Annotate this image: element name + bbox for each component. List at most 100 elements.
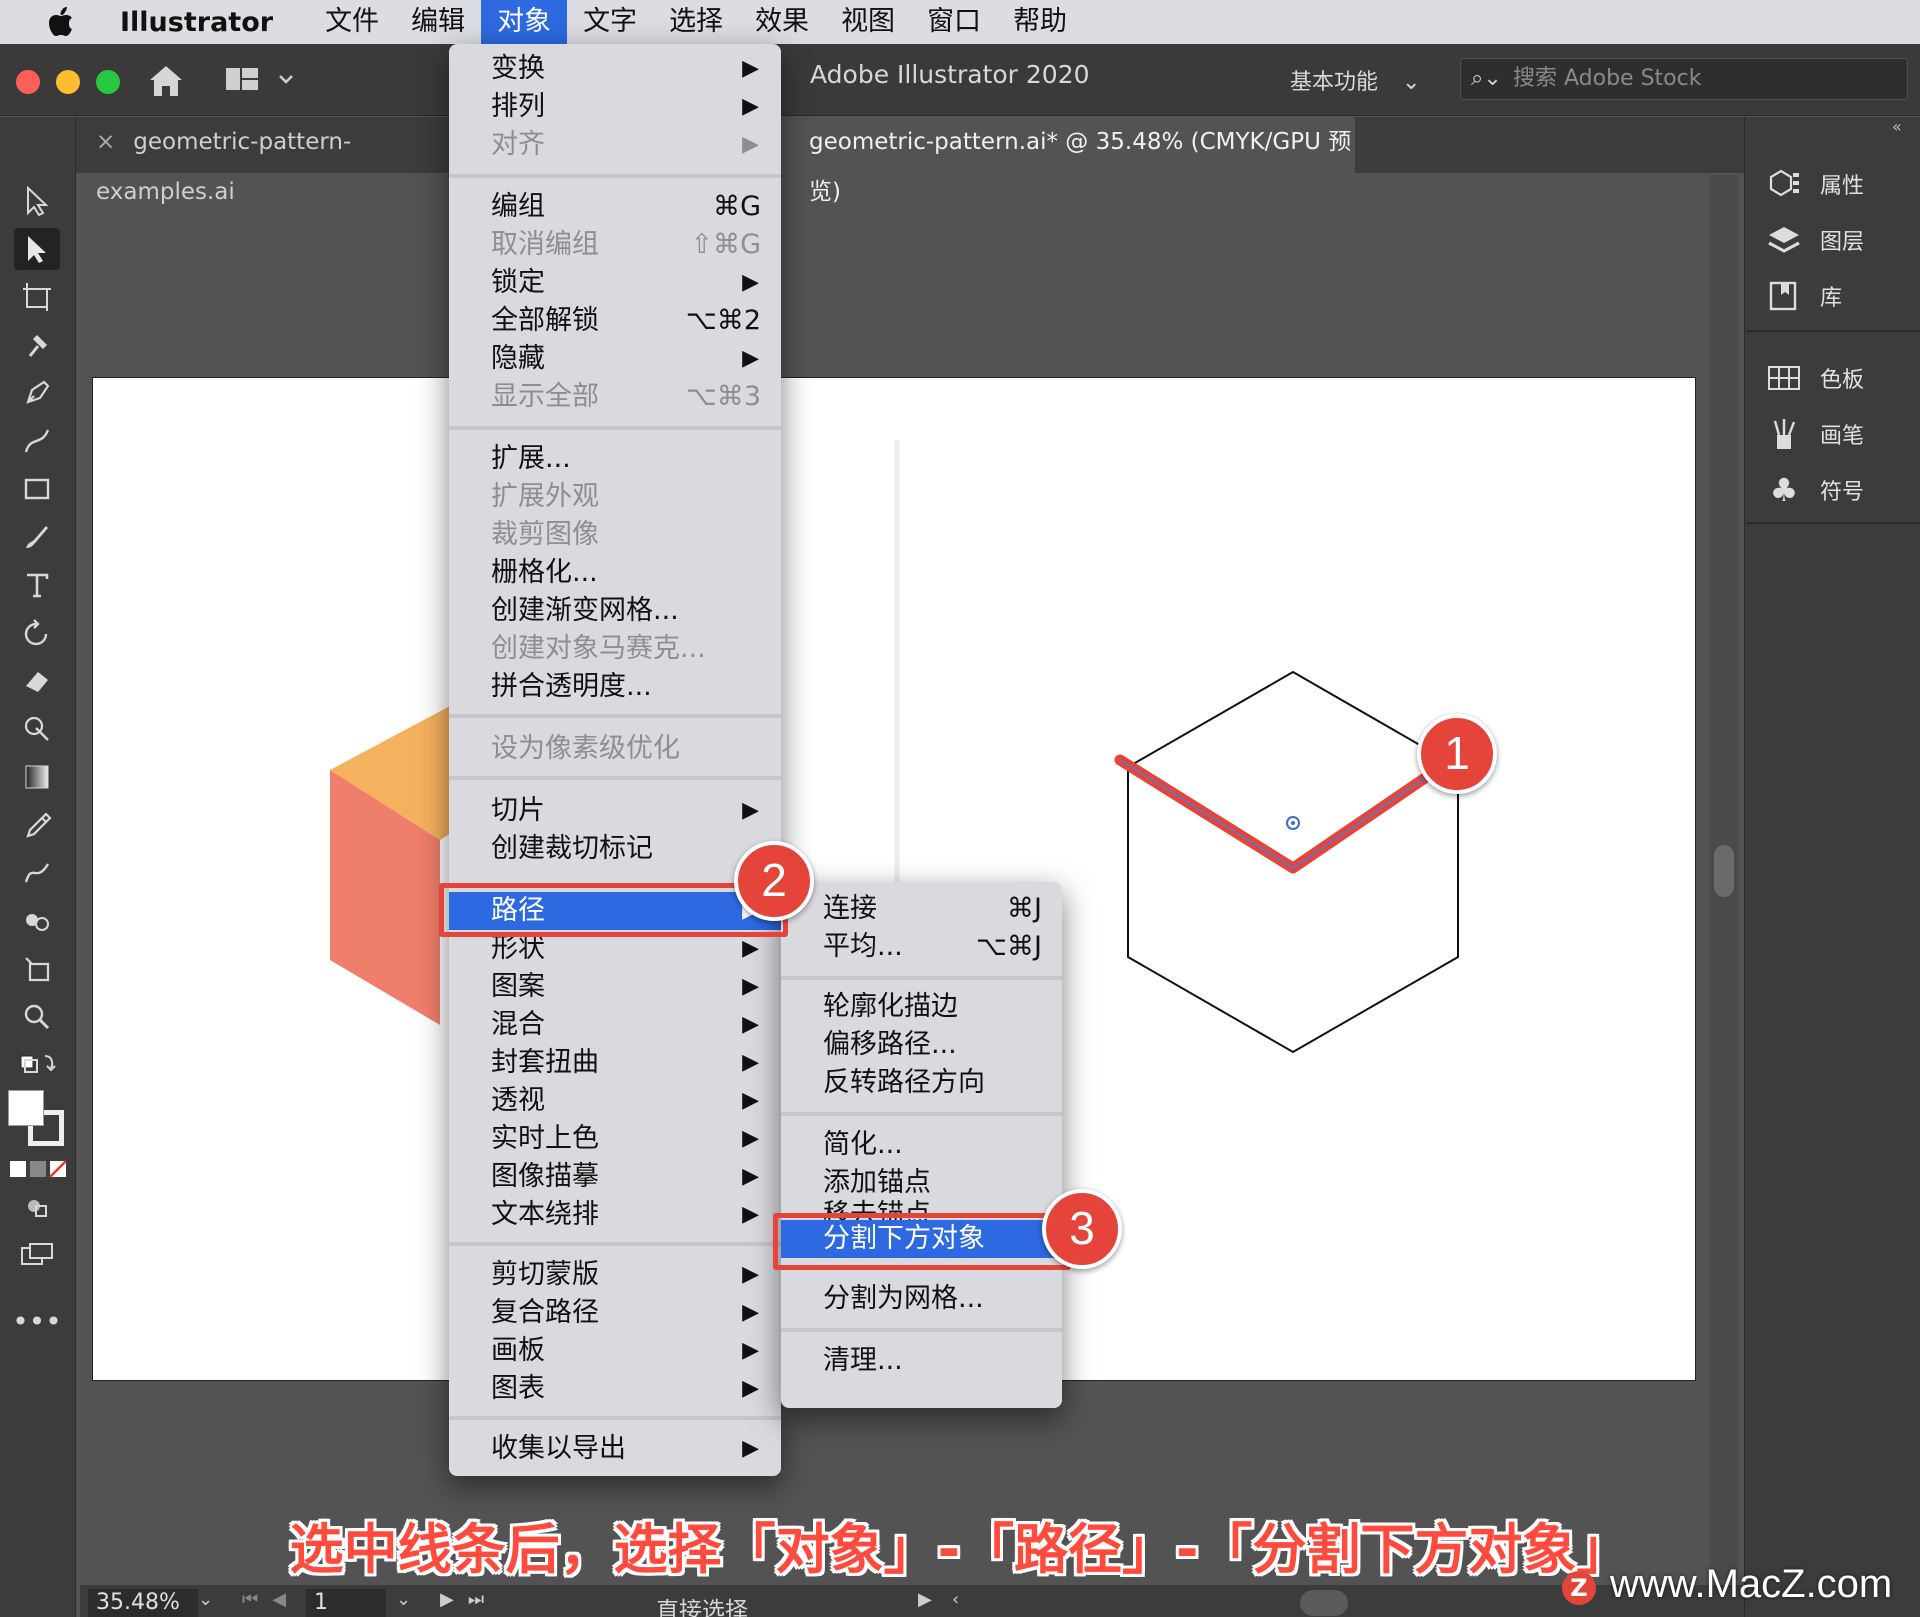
menu-item-live-paint[interactable]: 实时上色 ▶ bbox=[449, 1120, 781, 1158]
status-play-icon[interactable]: ▶ bbox=[918, 1589, 932, 1610]
submenu-arrow-icon: ▶ bbox=[742, 56, 759, 81]
menu-item-group[interactable]: 编组 ⌘G bbox=[449, 188, 781, 226]
menu-item-expand-appearance: 扩展外观 bbox=[449, 478, 781, 516]
menu-item-label: 图案 bbox=[491, 971, 545, 1002]
menu-item-label: 裁剪图像 bbox=[491, 519, 599, 550]
submenu-arrow-icon: ▶ bbox=[742, 798, 759, 823]
zoom-level-field[interactable]: 35.48% bbox=[88, 1589, 198, 1617]
menu-item-clean-up[interactable]: 清理... bbox=[781, 1342, 1062, 1380]
menu-item-reverse-path-direction[interactable]: 反转路径方向 bbox=[781, 1064, 1062, 1102]
menu-item-text-wrap[interactable]: 文本绕排 ▶ bbox=[449, 1196, 781, 1234]
current-tool-status[interactable]: 直接选择 bbox=[656, 1591, 748, 1617]
menu-item-compound-path[interactable]: 复合路径 ▶ bbox=[449, 1294, 781, 1332]
zoom-dropdown-icon[interactable]: ⌄ bbox=[198, 1589, 213, 1610]
menu-item-unlock-all[interactable]: 全部解锁 ⌥⌘2 bbox=[449, 302, 781, 340]
menu-separator bbox=[781, 1328, 1062, 1332]
menu-item-join[interactable]: 连接 ⌘J bbox=[781, 890, 1062, 928]
menu-item-label: 反转路径方向 bbox=[823, 1067, 985, 1098]
menu-item-create-object-mosaic: 创建对象马赛克... bbox=[449, 630, 781, 668]
menu-item-label: 实时上色 bbox=[491, 1123, 599, 1154]
menu-item-flatten-transparency[interactable]: 拼合透明度... bbox=[449, 668, 781, 706]
submenu-arrow-icon: ▶ bbox=[742, 1202, 759, 1227]
menu-item-average[interactable]: 平均... ⌥⌘J bbox=[781, 928, 1062, 966]
menu-item-pattern[interactable]: 图案 ▶ bbox=[449, 968, 781, 1006]
submenu-arrow-icon: ▶ bbox=[742, 1300, 759, 1325]
watermark: www.MacZ.com bbox=[1610, 1562, 1893, 1606]
menu-item-label: 分割为网格... bbox=[823, 1283, 984, 1314]
menu-item-label: 创建渐变网格... bbox=[491, 595, 679, 626]
menu-item-collect-for-export[interactable]: 收集以导出 ▶ bbox=[449, 1430, 781, 1468]
menu-item-graph[interactable]: 图表 ▶ bbox=[449, 1370, 781, 1408]
menu-item-label: 编组 bbox=[491, 191, 545, 222]
menu-item-label: 收集以导出 bbox=[491, 1433, 626, 1464]
scroll-left-icon[interactable]: ‹ bbox=[952, 1589, 959, 1610]
menu-item-blend[interactable]: 混合 ▶ bbox=[449, 1006, 781, 1044]
artboard-nav-prev-icons[interactable]: ⏮◀ bbox=[242, 1589, 300, 1610]
horizontal-scrollbar-thumb[interactable] bbox=[1300, 1590, 1348, 1616]
submenu-arrow-icon: ▶ bbox=[742, 1436, 759, 1461]
menu-shortcut: ⇧⌘G bbox=[690, 229, 761, 260]
menu-item-create-gradient-mesh[interactable]: 创建渐变网格... bbox=[449, 592, 781, 630]
artboard-nav-next-icons[interactable]: ▶⏭ bbox=[440, 1589, 498, 1610]
submenu-arrow-icon: ▶ bbox=[742, 270, 759, 295]
submenu-arrow-icon: ▶ bbox=[742, 1376, 759, 1401]
step-badge-2: 2 bbox=[734, 841, 814, 921]
menu-item-ungroup: 取消编组 ⇧⌘G bbox=[449, 226, 781, 264]
submenu-arrow-icon: ▶ bbox=[742, 1050, 759, 1075]
submenu-arrow-icon: ▶ bbox=[742, 1164, 759, 1189]
menu-item-offset-path[interactable]: 偏移路径... bbox=[781, 1026, 1062, 1064]
submenu-arrow-icon: ▶ bbox=[742, 346, 759, 371]
submenu-arrow-icon: ▶ bbox=[742, 974, 759, 999]
artboard-dropdown-icon[interactable]: ⌄ bbox=[396, 1589, 411, 1610]
menu-separator bbox=[781, 976, 1062, 980]
menu-item-simplify[interactable]: 简化... bbox=[781, 1126, 1062, 1164]
menu-item-image-trace[interactable]: 图像描摹 ▶ bbox=[449, 1158, 781, 1196]
menu-item-label: 显示全部 bbox=[491, 381, 599, 412]
menu-item-artboards[interactable]: 画板 ▶ bbox=[449, 1332, 781, 1370]
menu-shortcut: ⌘J bbox=[1007, 893, 1042, 924]
menu-item-rasterize[interactable]: 栅格化... bbox=[449, 554, 781, 592]
artboard-number-field[interactable]: 1 bbox=[306, 1589, 386, 1617]
menu-item-label: 文本绕排 bbox=[491, 1199, 599, 1230]
menu-item-outline-stroke[interactable]: 轮廓化描边 bbox=[781, 988, 1062, 1026]
selected-line-highlight bbox=[1114, 754, 1431, 874]
menu-item-clipping-mask[interactable]: 剪切蒙版 ▶ bbox=[449, 1256, 781, 1294]
menu-item-crop-image: 裁剪图像 bbox=[449, 516, 781, 554]
menu-item-split-into-grid[interactable]: 分割为网格... bbox=[781, 1280, 1062, 1318]
step-badge-3: 3 bbox=[1042, 1189, 1122, 1269]
menu-item-lock[interactable]: 锁定 ▶ bbox=[449, 264, 781, 302]
menu-item-expand[interactable]: 扩展... bbox=[449, 440, 781, 478]
menu-item-arrange[interactable]: 排列 ▶ bbox=[449, 88, 781, 126]
menu-item-label: 扩展... bbox=[491, 443, 571, 474]
menu-item-label: 全部解锁 bbox=[491, 305, 599, 336]
menu-separator bbox=[449, 174, 781, 178]
menu-item-perspective[interactable]: 透视 ▶ bbox=[449, 1082, 781, 1120]
menu-item-show-all: 显示全部 ⌥⌘3 bbox=[449, 378, 781, 416]
menu-item-label: 添加锚点 bbox=[823, 1167, 931, 1198]
menu-item-pixel-perfect: 设为像素级优化 bbox=[449, 730, 781, 768]
menu-shortcut: ⌥⌘J bbox=[975, 931, 1042, 962]
submenu-arrow-icon: ▶ bbox=[742, 94, 759, 119]
menu-separator bbox=[449, 776, 781, 780]
menu-item-label: 创建对象马赛克... bbox=[491, 633, 706, 664]
menu-item-label: 简化... bbox=[823, 1129, 903, 1160]
menu-item-align: 对齐 ▶ bbox=[449, 126, 781, 164]
menu-separator bbox=[449, 1416, 781, 1420]
menu-item-hide[interactable]: 隐藏 ▶ bbox=[449, 340, 781, 378]
menu-item-slice[interactable]: 切片 ▶ bbox=[449, 792, 781, 830]
submenu-arrow-icon: ▶ bbox=[742, 1088, 759, 1113]
menu-item-label: 画板 bbox=[491, 1335, 545, 1366]
menu-item-envelope-distort[interactable]: 封套扭曲 ▶ bbox=[449, 1044, 781, 1082]
menu-item-label: 透视 bbox=[491, 1085, 545, 1116]
menu-item-create-trim-marks[interactable]: 创建裁切标记 bbox=[449, 830, 781, 868]
menu-item-label: 图表 bbox=[491, 1373, 545, 1404]
menu-separator bbox=[449, 426, 781, 430]
menu-item-label: 隐藏 bbox=[491, 343, 545, 374]
menu-item-label: 设为像素级优化 bbox=[491, 733, 680, 764]
menu-item-transform[interactable]: 变换 ▶ bbox=[449, 50, 781, 88]
submenu-arrow-icon: ▶ bbox=[742, 1262, 759, 1287]
menu-separator bbox=[449, 714, 781, 718]
menu-item-label: 锁定 bbox=[491, 267, 545, 298]
menu-item-label: 取消编组 bbox=[491, 229, 599, 260]
menu-item-label: 剪切蒙版 bbox=[491, 1259, 599, 1290]
